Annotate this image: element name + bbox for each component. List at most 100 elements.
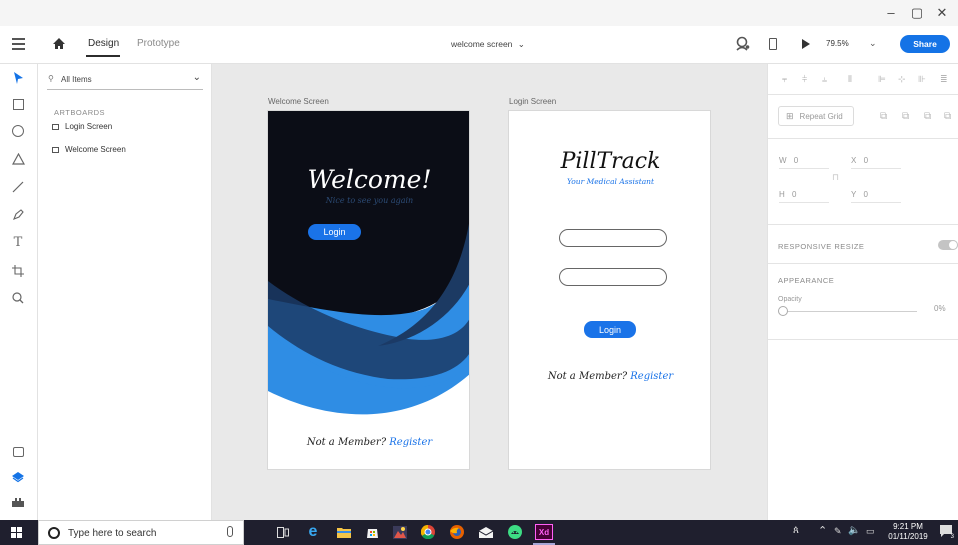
artboard-welcome[interactable]: Welcome! Nice to see you again Login Not… bbox=[267, 110, 470, 470]
zoom-chevron-icon[interactable]: ⌄ bbox=[869, 38, 877, 49]
width-field[interactable]: W 0 bbox=[779, 156, 798, 165]
artboard-label-login[interactable]: Login Screen bbox=[509, 97, 556, 106]
cortana-icon bbox=[48, 527, 60, 539]
edge-icon[interactable]: e bbox=[305, 523, 321, 540]
tab-design-underline bbox=[86, 55, 120, 57]
device-preview-icon[interactable] bbox=[769, 38, 777, 50]
register-link[interactable]: Register bbox=[389, 437, 432, 448]
artboard-icon bbox=[52, 146, 59, 153]
plugins-icon[interactable] bbox=[8, 492, 28, 512]
repeat-grid-button[interactable]: ⊞ Repeat Grid bbox=[778, 106, 854, 126]
play-icon[interactable] bbox=[801, 39, 811, 49]
document-title[interactable]: welcome screen ⌄ bbox=[451, 39, 525, 50]
mail-icon[interactable] bbox=[478, 524, 494, 540]
polygon-tool-icon[interactable] bbox=[8, 149, 28, 169]
tab-design[interactable]: Design bbox=[88, 38, 119, 49]
distribute-horizontal-icon[interactable]: ≣ bbox=[940, 74, 948, 85]
share-button[interactable]: Share bbox=[900, 35, 950, 53]
people-icon[interactable]: ጰ bbox=[793, 525, 799, 536]
assets-icon[interactable] bbox=[8, 442, 28, 462]
maximize-button[interactable]: ▢ bbox=[907, 5, 927, 21]
welcome-login-button[interactable]: Login bbox=[308, 224, 361, 240]
divider bbox=[768, 339, 958, 340]
align-center-icon[interactable]: ⊹ bbox=[898, 74, 906, 85]
username-field[interactable] bbox=[559, 229, 667, 247]
appearance-label: APPEARANCE bbox=[778, 276, 835, 285]
file-explorer-icon[interactable] bbox=[336, 524, 352, 540]
close-button[interactable]: ✕ bbox=[932, 5, 952, 21]
store-icon[interactable] bbox=[364, 524, 380, 540]
boolean-intersect-icon[interactable]: ⧉ bbox=[924, 111, 931, 122]
height-label: H bbox=[779, 190, 785, 199]
search-icon: ⚲ bbox=[48, 74, 54, 83]
boolean-exclude-icon[interactable]: ⧉ bbox=[944, 111, 951, 122]
y-field[interactable]: Y 0 bbox=[851, 190, 868, 199]
home-icon[interactable] bbox=[52, 37, 66, 50]
hamburger-icon[interactable] bbox=[12, 38, 25, 50]
boolean-add-icon[interactable]: ⧉ bbox=[880, 111, 887, 122]
pen-workspace-icon[interactable]: ✎ bbox=[834, 526, 842, 537]
text-tool-icon[interactable]: T bbox=[8, 232, 28, 252]
align-bottom-icon[interactable]: ⫨ bbox=[822, 74, 827, 85]
zoom-level[interactable]: 79.5% bbox=[826, 39, 849, 48]
clock-time: 9:21 PM bbox=[893, 522, 923, 531]
align-top-icon[interactable]: ⫧ bbox=[782, 74, 787, 85]
boolean-subtract-icon[interactable]: ⧉ bbox=[902, 111, 909, 122]
battery-icon[interactable]: ▭ bbox=[866, 526, 875, 537]
task-view-icon[interactable] bbox=[275, 524, 291, 540]
tab-prototype[interactable]: Prototype bbox=[137, 38, 180, 49]
height-field[interactable]: H 0 bbox=[779, 190, 796, 199]
user-icon[interactable] bbox=[736, 36, 750, 51]
layers-icon[interactable] bbox=[8, 467, 28, 487]
register-link[interactable]: Register bbox=[630, 371, 673, 382]
pen-tool-icon[interactable] bbox=[8, 205, 28, 225]
select-tool-icon[interactable] bbox=[8, 68, 28, 88]
property-inspector: ⫧ ⫩ ⫨ ⦀ ⊫ ⊹ ⊪ ≣ ⊞ Repeat Grid ⧉ ⧉ ⧉ ⧉ W … bbox=[767, 64, 958, 520]
title-bar: – ▢ ✕ bbox=[0, 0, 958, 26]
responsive-resize-label: RESPONSIVE RESIZE bbox=[778, 242, 865, 251]
welcome-wave-background bbox=[268, 111, 469, 416]
windows-start-icon[interactable] bbox=[11, 527, 22, 538]
opacity-label: Opacity bbox=[778, 296, 802, 303]
x-field[interactable]: X 0 bbox=[851, 156, 868, 165]
align-left-icon[interactable]: ⊫ bbox=[878, 74, 886, 85]
adobe-xd-icon[interactable]: Xd bbox=[535, 524, 553, 540]
firefox-icon[interactable] bbox=[449, 524, 465, 540]
design-canvas[interactable]: Welcome Screen Welcome! Nice to see you … bbox=[212, 64, 767, 520]
taskbar-search-box[interactable]: Type here to search bbox=[38, 520, 244, 545]
minimize-button[interactable]: – bbox=[881, 5, 901, 20]
opacity-slider-track[interactable] bbox=[783, 311, 917, 312]
artboard-label-welcome[interactable]: Welcome Screen bbox=[268, 97, 329, 106]
welcome-footer: Not a Member? Register bbox=[268, 437, 469, 448]
ellipse-tool-icon[interactable] bbox=[8, 121, 28, 141]
artboard-tool-icon[interactable] bbox=[8, 261, 28, 281]
align-middle-icon[interactable]: ⫩ bbox=[802, 74, 807, 85]
line-tool-icon[interactable] bbox=[8, 177, 28, 197]
rectangle-tool-icon[interactable] bbox=[8, 94, 28, 114]
chevron-up-icon[interactable]: ⌃ bbox=[818, 524, 827, 537]
footer-text: Not a Member? bbox=[547, 371, 628, 382]
paint-app-icon[interactable] bbox=[392, 524, 408, 540]
welcome-subtitle: Nice to see you again bbox=[325, 196, 414, 205]
notifications-icon[interactable]: 3 bbox=[940, 525, 954, 540]
layer-item-welcome-screen[interactable]: Welcome Screen bbox=[52, 145, 126, 154]
password-field[interactable] bbox=[559, 268, 667, 286]
lock-aspect-icon[interactable]: ⊓ bbox=[832, 172, 839, 183]
layer-item-login-screen[interactable]: Login Screen bbox=[52, 122, 112, 131]
layer-item-label: Login Screen bbox=[65, 122, 113, 131]
align-right-icon[interactable]: ⊪ bbox=[918, 74, 926, 85]
responsive-resize-toggle[interactable] bbox=[938, 240, 958, 250]
layers-filter[interactable]: ⚲ All Items ⌄ bbox=[47, 72, 203, 90]
artboards-section-label: ARTBOARDS bbox=[54, 108, 106, 117]
volume-icon[interactable]: 🔈 bbox=[848, 525, 860, 536]
zoom-tool-icon[interactable] bbox=[8, 288, 28, 308]
opacity-slider-handle[interactable] bbox=[778, 306, 788, 316]
opacity-value[interactable]: 0% bbox=[934, 304, 946, 313]
field-underline bbox=[779, 202, 829, 203]
artboard-login[interactable]: PillTrack Your Medical Assistant Login N… bbox=[508, 110, 711, 470]
android-studio-icon[interactable] bbox=[507, 524, 523, 540]
login-button[interactable]: Login bbox=[584, 321, 636, 338]
chrome-icon[interactable] bbox=[420, 524, 436, 540]
distribute-vertical-icon[interactable]: ⦀ bbox=[848, 74, 852, 85]
clock[interactable]: 9:21 PM 01/11/2019 bbox=[883, 522, 933, 542]
